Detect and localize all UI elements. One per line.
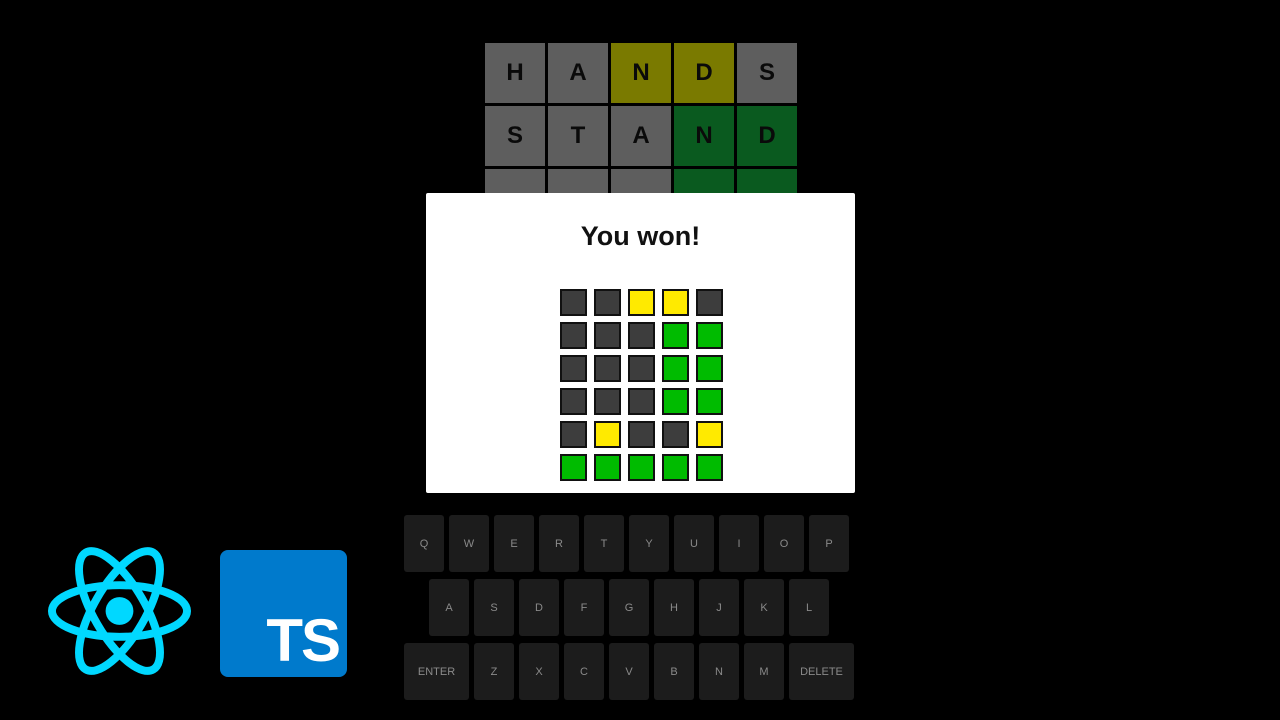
result-cell xyxy=(662,421,689,448)
result-cell xyxy=(628,421,655,448)
result-cell xyxy=(662,322,689,349)
key-f[interactable]: F xyxy=(564,579,604,636)
result-cell xyxy=(628,454,655,481)
result-cell xyxy=(662,454,689,481)
result-cell xyxy=(696,388,723,415)
key-y[interactable]: Y xyxy=(629,515,669,572)
result-cell xyxy=(696,421,723,448)
result-cell xyxy=(560,454,587,481)
board-tile: D xyxy=(737,106,797,166)
key-o[interactable]: O xyxy=(764,515,804,572)
key-g[interactable]: G xyxy=(609,579,649,636)
board-tile: D xyxy=(674,43,734,103)
result-cell xyxy=(662,289,689,316)
result-cell xyxy=(628,322,655,349)
key-h[interactable]: H xyxy=(654,579,694,636)
key-m[interactable]: M xyxy=(744,643,784,700)
result-cell xyxy=(594,388,621,415)
result-row xyxy=(560,322,723,349)
board-row-1: H A N D S xyxy=(485,43,797,103)
key-a[interactable]: A xyxy=(429,579,469,636)
key-k[interactable]: K xyxy=(744,579,784,636)
board-tile: N xyxy=(674,106,734,166)
board-tile: S xyxy=(737,43,797,103)
keyboard-row-3: ENTER Z X C V B N M DELETE xyxy=(404,643,860,700)
key-i[interactable]: I xyxy=(719,515,759,572)
board-row-2: S T A N D xyxy=(485,106,797,166)
key-b[interactable]: B xyxy=(654,643,694,700)
result-cell xyxy=(662,355,689,382)
keyboard-row-1: QWERTYUIOP xyxy=(404,515,860,572)
typescript-logo-icon: TS xyxy=(220,550,347,677)
result-cell xyxy=(696,454,723,481)
key-c[interactable]: C xyxy=(564,643,604,700)
result-row xyxy=(560,355,723,382)
result-cell xyxy=(560,289,587,316)
result-cell xyxy=(594,289,621,316)
key-t[interactable]: T xyxy=(584,515,624,572)
key-w[interactable]: W xyxy=(449,515,489,572)
result-cell xyxy=(560,388,587,415)
result-cell xyxy=(560,322,587,349)
key-l[interactable]: L xyxy=(789,579,829,636)
modal-title: You won! xyxy=(580,221,701,251)
key-x[interactable]: X xyxy=(519,643,559,700)
result-row xyxy=(560,454,723,481)
result-cell xyxy=(560,355,587,382)
result-row xyxy=(560,388,723,415)
result-cell xyxy=(594,454,621,481)
result-cell xyxy=(696,355,723,382)
key-s[interactable]: S xyxy=(474,579,514,636)
key-p[interactable]: P xyxy=(809,515,849,572)
board-tile: N xyxy=(611,43,671,103)
board-tile: H xyxy=(485,43,545,103)
result-cell xyxy=(662,388,689,415)
win-modal: You won! xyxy=(426,193,855,493)
result-cell xyxy=(628,388,655,415)
result-row xyxy=(560,289,723,316)
key-q[interactable]: Q xyxy=(404,515,444,572)
board-tile: A xyxy=(611,106,671,166)
board-tile: S xyxy=(485,106,545,166)
result-cell xyxy=(628,355,655,382)
keyboard: QWERTYUIOP ASDFGHJKL ENTER Z X C V B N M DELETE xyxy=(404,515,860,707)
result-cell xyxy=(594,421,621,448)
board-tile: A xyxy=(548,43,608,103)
key-e[interactable]: E xyxy=(494,515,534,572)
result-row xyxy=(560,421,723,448)
key-z[interactable]: Z xyxy=(474,643,514,700)
result-cell xyxy=(594,322,621,349)
key-n[interactable]: N xyxy=(699,643,739,700)
key-delete[interactable]: DELETE xyxy=(789,643,854,700)
key-d[interactable]: D xyxy=(519,579,559,636)
key-enter[interactable]: ENTER xyxy=(404,643,469,700)
key-j[interactable]: J xyxy=(699,579,739,636)
result-cell xyxy=(560,421,587,448)
keyboard-row-2: ASDFGHJKL xyxy=(404,579,860,636)
result-cell xyxy=(696,322,723,349)
key-u[interactable]: U xyxy=(674,515,714,572)
result-cell xyxy=(594,355,621,382)
board-tile: T xyxy=(548,106,608,166)
result-cell xyxy=(628,289,655,316)
ts-logo-text: TS xyxy=(266,607,341,674)
result-cell xyxy=(696,289,723,316)
key-r[interactable]: R xyxy=(539,515,579,572)
result-grid xyxy=(560,289,723,487)
react-logo-icon xyxy=(47,547,192,675)
key-v[interactable]: V xyxy=(609,643,649,700)
